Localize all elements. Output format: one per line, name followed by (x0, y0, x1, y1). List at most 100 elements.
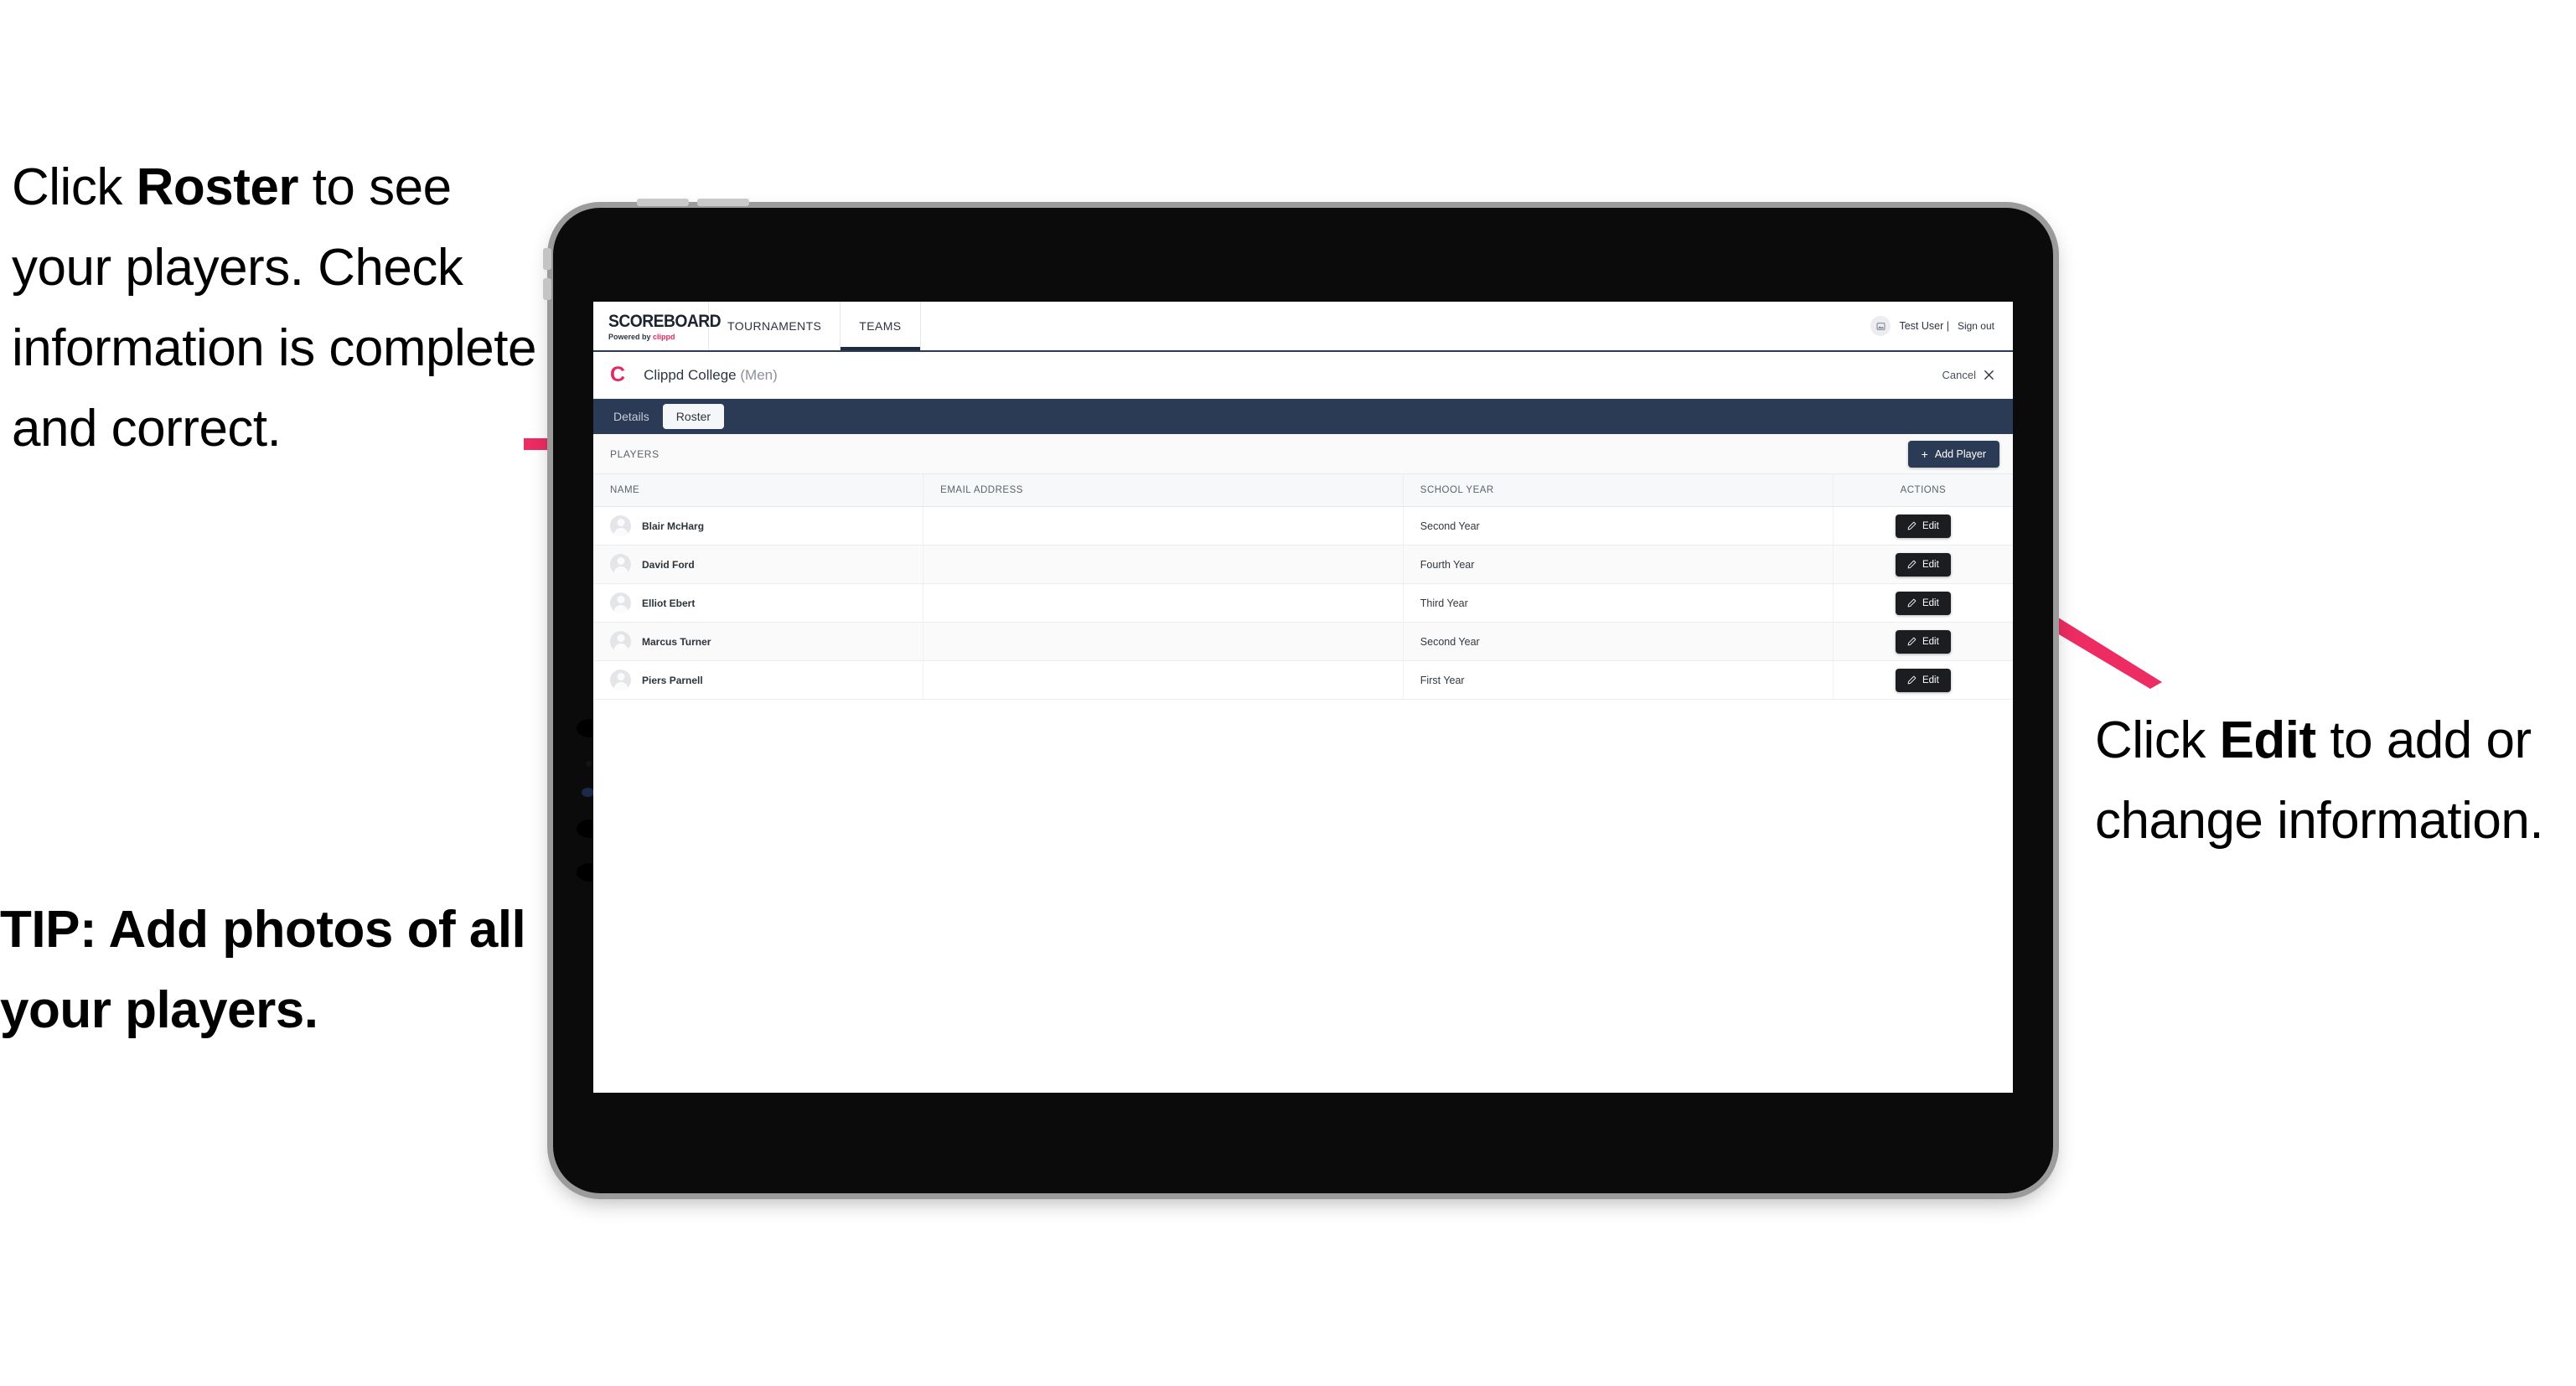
player-avatar-icon (610, 670, 631, 690)
top-navigation-bar: SCOREBOARD Powered by clippd TOURNAMENTS… (593, 302, 2013, 352)
sign-out-link[interactable]: Sign out (1958, 320, 1994, 332)
player-name: David Ford (642, 558, 695, 571)
edit-button-label: Edit (1922, 636, 1939, 647)
edit-button[interactable]: Edit (1895, 629, 1951, 654)
player-name: Elliot Ebert (642, 597, 696, 609)
sub-tab-details[interactable]: Details (608, 410, 654, 423)
players-section-label: PLAYERS (610, 447, 660, 460)
cell-actions: Edit (1833, 583, 2013, 623)
column-header-actions: ACTIONS (1833, 474, 2013, 507)
plus-icon: + (1921, 447, 1928, 461)
player-name: Marcus Turner (642, 635, 711, 648)
edit-button-label: Edit (1922, 559, 1939, 570)
tablet-volume-down-button[interactable] (543, 278, 551, 300)
cell-email (923, 545, 1404, 584)
app-screen: SCOREBOARD Powered by clippd TOURNAMENTS… (593, 302, 2013, 1093)
team-name: Clippd College (Men) (644, 367, 778, 384)
sub-tab-bar: Details Roster (593, 399, 2013, 434)
annotation-right: Click Edit to add or change information. (2095, 701, 2576, 861)
screenshot-canvas: Click Roster to see your players. Check … (0, 0, 2576, 1386)
add-player-label: Add Player (1934, 447, 1986, 460)
team-logo-icon: C (610, 363, 626, 386)
cell-email (923, 660, 1404, 700)
edit-button[interactable]: Edit (1895, 591, 1951, 615)
cell-email (923, 506, 1404, 546)
cell-school-year: First Year (1403, 660, 1834, 700)
edit-button-label: Edit (1922, 597, 1939, 608)
annotation-tip: TIP: Add photos of all your players. (0, 901, 526, 1039)
tablet-sensor-dot (586, 761, 592, 767)
roster-table-head: NAME EMAIL ADDRESS SCHOOL YEAR ACTIONS (593, 474, 2013, 507)
player-identity: Marcus Turner (610, 631, 923, 652)
cell-school-year: Fourth Year (1403, 545, 1834, 584)
cell-actions: Edit (1833, 660, 2013, 700)
brand-powered-name: clippd (653, 332, 675, 341)
player-identity: Elliot Ebert (610, 592, 923, 613)
brand-subtitle: Powered by clippd (608, 333, 708, 341)
annotation-right-bold: Edit (2219, 711, 2317, 769)
player-name: Piers Parnell (642, 674, 703, 686)
brand-title: SCOREBOARD (608, 311, 722, 331)
player-avatar-icon (610, 592, 631, 613)
tablet-top-button-2[interactable] (697, 199, 749, 206)
avatar[interactable] (1870, 316, 1891, 336)
edit-button-label: Edit (1922, 675, 1939, 685)
table-row: Elliot Ebert Third Year Edit (593, 583, 2013, 623)
brand-logo[interactable]: SCOREBOARD Powered by clippd (593, 302, 722, 350)
cell-actions: Edit (1833, 545, 2013, 584)
players-section-bar: PLAYERS + Add Player (593, 434, 2013, 474)
nav-tab-tournaments[interactable]: TOURNAMENTS (709, 302, 841, 350)
add-player-button[interactable]: + Add Player (1907, 440, 1999, 468)
pencil-icon (1907, 675, 1916, 685)
table-row: Marcus Turner Second Year Edit (593, 622, 2013, 661)
brand-powered-prefix: Powered by (608, 332, 654, 341)
annotation-right-pre: Click (2095, 711, 2220, 769)
pencil-icon (1907, 521, 1916, 530)
cell-name: David Ford (593, 545, 924, 584)
cell-name: Blair McHarg (593, 506, 924, 546)
player-identity: Piers Parnell (610, 670, 923, 690)
table-header-row: NAME EMAIL ADDRESS SCHOOL YEAR ACTIONS (593, 474, 2013, 507)
team-header: C Clippd College (Men) Cancel (593, 352, 2013, 399)
pencil-icon (1907, 560, 1916, 569)
user-name: Test User | (1899, 320, 1949, 332)
team-name-text: Clippd College (644, 366, 737, 383)
pencil-icon (1907, 637, 1916, 646)
column-header-school-year[interactable]: SCHOOL YEAR (1403, 474, 1834, 507)
player-avatar-icon (610, 554, 631, 575)
cell-email (923, 622, 1404, 661)
roster-table-body: Blair McHarg Second Year Edit David Ford Fou… (593, 506, 2013, 700)
cell-name: Piers Parnell (593, 660, 924, 700)
player-name: Blair McHarg (642, 520, 705, 532)
cell-actions: Edit (1833, 622, 2013, 661)
image-icon (1876, 322, 1885, 330)
edit-button[interactable]: Edit (1895, 668, 1951, 692)
cell-school-year: Third Year (1403, 583, 1834, 623)
edit-button[interactable]: Edit (1895, 514, 1951, 538)
close-icon (1984, 370, 1994, 380)
tablet-volume-up-button[interactable] (543, 248, 551, 270)
tablet-top-button-1[interactable] (637, 199, 689, 206)
nav-tab-teams[interactable]: TEAMS (841, 302, 921, 350)
player-avatar-icon (610, 631, 631, 652)
edit-button[interactable]: Edit (1895, 552, 1951, 577)
annotation-left: Click Roster to see your players. Check … (12, 147, 548, 469)
tablet-device-frame: SCOREBOARD Powered by clippd TOURNAMENTS… (543, 199, 2053, 1193)
cell-school-year: Second Year (1403, 622, 1834, 661)
cancel-button[interactable]: Cancel (1942, 369, 1994, 381)
player-identity: Blair McHarg (610, 515, 923, 536)
annotation-left-pre: Click (12, 158, 137, 216)
sub-tab-roster[interactable]: Roster (662, 404, 725, 429)
cell-actions: Edit (1833, 506, 2013, 546)
tablet-camera-lens (582, 788, 594, 797)
cell-name: Marcus Turner (593, 622, 924, 661)
table-row: Piers Parnell First Year Edit (593, 660, 2013, 700)
player-identity: David Ford (610, 554, 923, 575)
user-menu: Test User | Sign out (1870, 302, 2013, 350)
column-header-name[interactable]: NAME (593, 474, 924, 507)
column-header-email[interactable]: EMAIL ADDRESS (923, 474, 1404, 507)
cell-name: Elliot Ebert (593, 583, 924, 623)
cell-email (923, 583, 1404, 623)
cancel-label: Cancel (1942, 369, 1976, 381)
